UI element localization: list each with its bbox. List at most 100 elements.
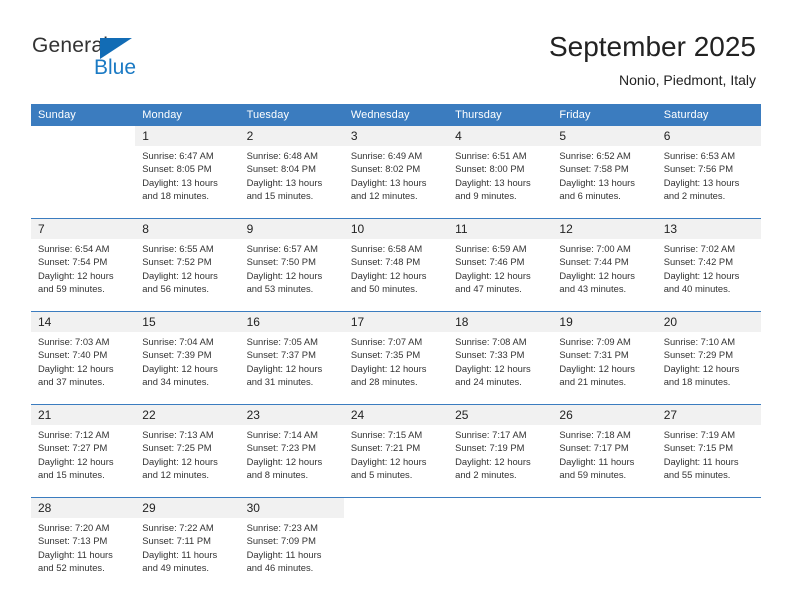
calendar-day-cell[interactable]: 25 Sunrise: 7:17 AM Sunset: 7:19 PM Dayligh… xyxy=(448,404,553,498)
calendar-day-cell[interactable]: 22 Sunrise: 7:13 AM Sunset: 7:25 PM Dayligh… xyxy=(135,404,240,498)
daylight-line-2: and 21 minutes. xyxy=(559,376,627,388)
calendar-day-cell[interactable]: 5 Sunrise: 6:52 AM Sunset: 7:58 PM Daylight… xyxy=(552,126,657,219)
daylight-line-1: Daylight: 13 hours xyxy=(350,176,427,188)
calendar-day-cell[interactable]: 23 Sunrise: 7:14 AM Sunset: 7:23 PM Dayligh… xyxy=(239,404,344,498)
day-number: 12 xyxy=(552,219,657,239)
day-number: 27 xyxy=(656,405,761,425)
daylight-line-1: Daylight: 11 hours xyxy=(663,455,739,467)
calendar-day-cell[interactable]: 7 Sunrise: 6:54 AM Sunset: 7:54 PM Daylight… xyxy=(31,218,136,312)
sunset-line: Sunset: 7:44 PM xyxy=(559,256,629,268)
day-details: Sunrise: 6:54 AM Sunset: 7:54 PM Daylight:… xyxy=(31,239,135,311)
calendar-day-cell[interactable]: 28 Sunrise: 7:20 AM Sunset: 7:13 PM Dayligh… xyxy=(31,497,136,590)
calendar-day-cell[interactable]: 27 Sunrise: 7:19 AM Sunset: 7:15 PM Dayligh… xyxy=(656,404,761,498)
daylight-line-2: and 31 minutes. xyxy=(246,376,314,388)
sunset-line: Sunset: 7:19 PM xyxy=(455,442,525,454)
daylight-line-1: Daylight: 13 hours xyxy=(455,176,531,188)
day-details: Sunrise: 7:00 AM Sunset: 7:44 PM Daylight:… xyxy=(552,239,656,311)
daylight-line-2: and 40 minutes. xyxy=(663,283,731,295)
day-details: Sunrise: 6:48 AM Sunset: 8:04 PM Daylight:… xyxy=(240,146,344,218)
calendar-day-cell[interactable]: 3 Sunrise: 6:49 AM Sunset: 8:02 PM Daylight… xyxy=(343,126,449,219)
calendar-cell-empty xyxy=(31,126,136,219)
calendar-grid: Sunday Monday Tuesday Wednesday Thursday… xyxy=(31,104,761,590)
day-details: Sunrise: 7:04 AM Sunset: 7:39 PM Daylight:… xyxy=(135,332,239,404)
day-number: 22 xyxy=(135,405,240,425)
calendar-day-cell[interactable]: 9 Sunrise: 6:57 AM Sunset: 7:50 PM Daylight… xyxy=(239,218,344,312)
calendar-day-cell[interactable]: 8 Sunrise: 6:55 AM Sunset: 7:52 PM Daylight… xyxy=(135,218,240,312)
weekday-header-friday: Friday xyxy=(552,104,657,126)
day-number: 29 xyxy=(135,498,240,518)
logo-text-blue: Blue xyxy=(94,56,137,79)
calendar-day-cell[interactable]: 15 Sunrise: 7:04 AM Sunset: 7:39 PM Dayligh… xyxy=(135,311,240,405)
calendar-day-cell[interactable]: 20 Sunrise: 7:10 AM Sunset: 7:29 PM Dayligh… xyxy=(656,311,761,405)
sunset-line: Sunset: 7:23 PM xyxy=(246,442,316,454)
sunrise-line: Sunrise: 7:20 AM xyxy=(38,522,110,533)
day-details: Sunrise: 6:59 AM Sunset: 7:46 PM Daylight:… xyxy=(448,239,552,311)
daylight-line-1: Daylight: 12 hours xyxy=(38,269,114,281)
sunset-line: Sunset: 7:27 PM xyxy=(38,442,108,454)
daylight-line-2: and 8 minutes. xyxy=(246,469,309,481)
calendar-day-cell[interactable]: 6 Sunrise: 6:53 AM Sunset: 7:56 PM Daylight… xyxy=(656,126,761,219)
sunrise-line: Sunrise: 7:17 AM xyxy=(455,429,527,440)
sunrise-line: Sunrise: 6:55 AM xyxy=(142,243,214,254)
daylight-line-1: Daylight: 11 hours xyxy=(559,455,635,467)
sunrise-line: Sunrise: 7:05 AM xyxy=(246,336,318,347)
calendar-day-cell[interactable]: 30 Sunrise: 7:23 AM Sunset: 7:09 PM Dayligh… xyxy=(239,497,344,590)
daylight-line-1: Daylight: 12 hours xyxy=(455,269,531,281)
day-number: 25 xyxy=(448,405,553,425)
calendar-day-cell[interactable]: 19 Sunrise: 7:09 AM Sunset: 7:31 PM Dayligh… xyxy=(552,311,657,405)
daylight-line-1: Daylight: 13 hours xyxy=(142,176,218,188)
day-number: 2 xyxy=(239,126,344,146)
sunset-line: Sunset: 7:39 PM xyxy=(142,349,212,361)
day-details: Sunrise: 6:47 AM Sunset: 8:05 PM Daylight:… xyxy=(135,146,239,218)
daylight-line-1: Daylight: 13 hours xyxy=(246,176,323,188)
page-header: General Blue September 2025 Nonio, Piedm… xyxy=(0,0,792,100)
sunrise-line: Sunrise: 7:07 AM xyxy=(350,336,423,347)
sunrise-line: Sunrise: 6:58 AM xyxy=(350,243,423,254)
calendar-day-cell[interactable]: 29 Sunrise: 7:22 AM Sunset: 7:11 PM Dayligh… xyxy=(135,497,240,590)
calendar-day-cell[interactable]: 16 Sunrise: 7:05 AM Sunset: 7:37 PM Dayligh… xyxy=(239,311,344,405)
day-details xyxy=(448,518,552,590)
calendar-day-cell[interactable]: 17 Sunrise: 7:07 AM Sunset: 7:35 PM Dayligh… xyxy=(343,311,449,405)
general-blue-logo[interactable]: General Blue xyxy=(32,34,162,82)
daylight-line-2: and 15 minutes. xyxy=(38,469,105,481)
daylight-line-1: Daylight: 12 hours xyxy=(350,455,427,467)
calendar-day-cell[interactable]: 24 Sunrise: 7:15 AM Sunset: 7:21 PM Dayligh… xyxy=(343,404,449,498)
calendar-cell-empty xyxy=(656,497,761,590)
sunrise-line: Sunrise: 7:15 AM xyxy=(350,429,423,440)
calendar-cell-empty xyxy=(343,497,449,590)
calendar-day-cell[interactable]: 13 Sunrise: 7:02 AM Sunset: 7:42 PM Dayligh… xyxy=(656,218,761,312)
day-number: 4 xyxy=(448,126,553,146)
calendar-week-row: 21 Sunrise: 7:12 AM Sunset: 7:27 PM Dayligh… xyxy=(31,404,761,498)
calendar-page: General Blue September 2025 Nonio, Piedm… xyxy=(0,0,792,612)
day-number: 7 xyxy=(31,219,136,239)
calendar-day-cell[interactable]: 14 Sunrise: 7:03 AM Sunset: 7:40 PM Dayligh… xyxy=(31,311,136,405)
sunset-line: Sunset: 7:15 PM xyxy=(663,442,733,454)
sunrise-line: Sunrise: 7:10 AM xyxy=(663,336,736,347)
daylight-line-1: Daylight: 12 hours xyxy=(142,269,218,281)
daylight-line-1: Daylight: 12 hours xyxy=(559,269,635,281)
daylight-line-1: Daylight: 11 hours xyxy=(246,548,322,560)
page-title: September 2025 xyxy=(548,31,756,62)
calendar-day-cell[interactable]: 18 Sunrise: 7:08 AM Sunset: 7:33 PM Dayligh… xyxy=(448,311,553,405)
daylight-line-1: Daylight: 12 hours xyxy=(246,362,323,374)
calendar-day-cell[interactable]: 2 Sunrise: 6:48 AM Sunset: 8:04 PM Daylight… xyxy=(239,126,344,219)
calendar-day-cell[interactable]: 1 Sunrise: 6:47 AM Sunset: 8:05 PM Daylight… xyxy=(135,126,240,219)
calendar-day-cell[interactable]: 4 Sunrise: 6:51 AM Sunset: 8:00 PM Daylight… xyxy=(448,126,553,219)
day-number: 9 xyxy=(239,219,344,239)
daylight-line-2: and 24 minutes. xyxy=(455,376,522,388)
calendar-week-row: 28 Sunrise: 7:20 AM Sunset: 7:13 PM Dayligh… xyxy=(31,497,761,590)
sunrise-line: Sunrise: 6:59 AM xyxy=(455,243,527,254)
title-block: September 2025 Nonio, Piedmont, Italy xyxy=(549,30,756,90)
day-number: 19 xyxy=(552,312,657,332)
calendar-day-cell[interactable]: 11 Sunrise: 6:59 AM Sunset: 7:46 PM Dayligh… xyxy=(448,218,553,312)
calendar-day-cell[interactable]: 26 Sunrise: 7:18 AM Sunset: 7:17 PM Dayligh… xyxy=(552,404,657,498)
day-details xyxy=(552,518,656,590)
sunset-line: Sunset: 8:04 PM xyxy=(246,163,316,175)
calendar-day-cell[interactable]: 21 Sunrise: 7:12 AM Sunset: 7:27 PM Dayligh… xyxy=(31,404,136,498)
calendar-day-cell[interactable]: 10 Sunrise: 6:58 AM Sunset: 7:48 PM Dayligh… xyxy=(343,218,449,312)
day-number: 15 xyxy=(135,312,240,332)
sunset-line: Sunset: 7:50 PM xyxy=(246,256,316,268)
daylight-line-1: Daylight: 12 hours xyxy=(663,362,740,374)
calendar-day-cell[interactable]: 12 Sunrise: 7:00 AM Sunset: 7:44 PM Dayligh… xyxy=(552,218,657,312)
sunset-line: Sunset: 7:52 PM xyxy=(142,256,212,268)
